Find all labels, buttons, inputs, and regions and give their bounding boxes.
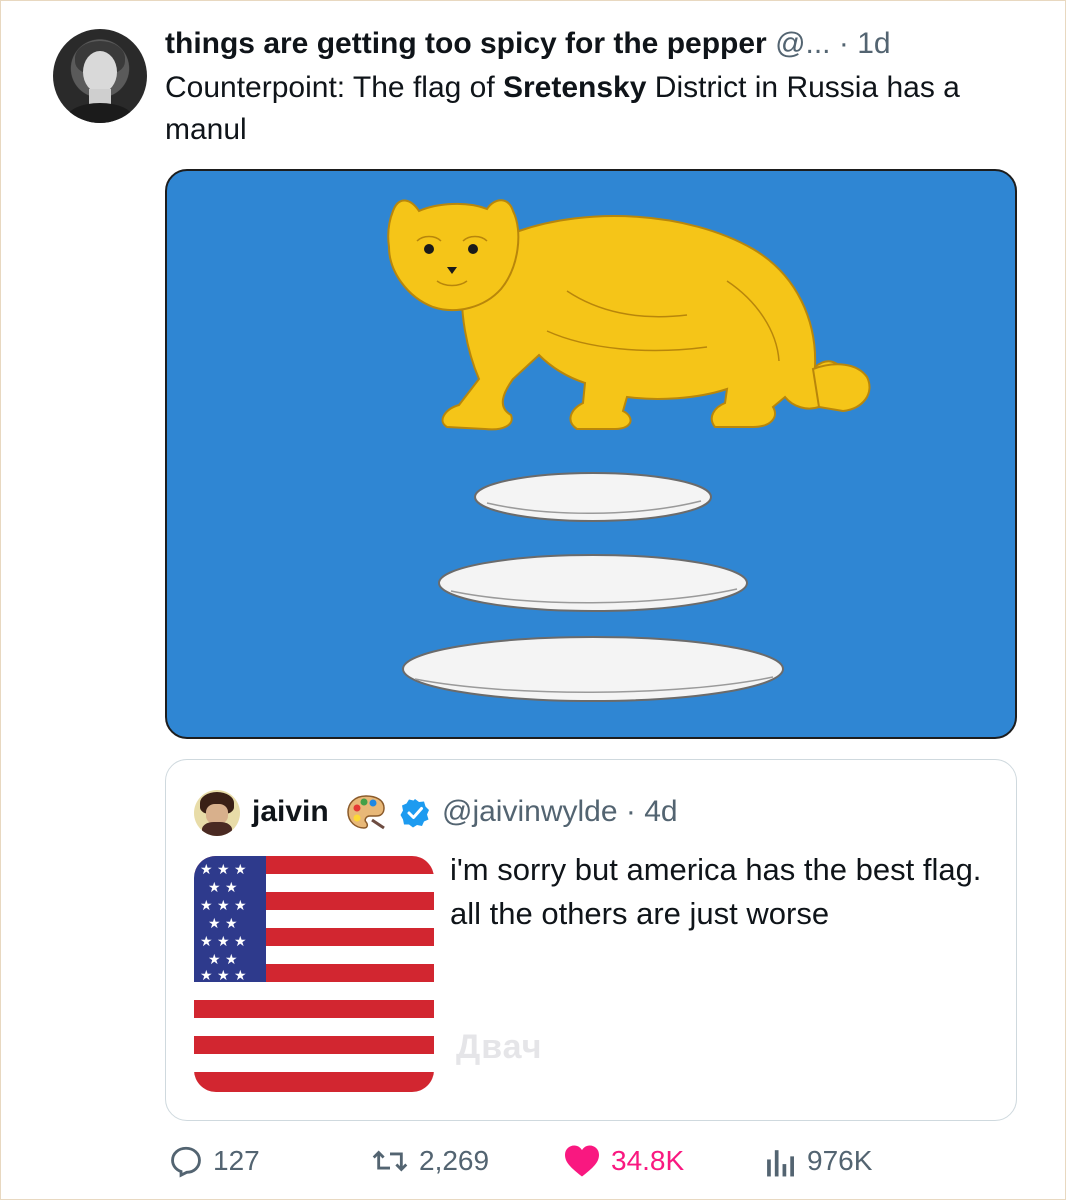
us-flag-icon: ★ ★ ★ ★ ★ ★ ★ ★ ★ ★ ★ ★ ★ ★ ★ ★ ★ ★	[194, 856, 434, 1092]
like-count: 34.8K	[611, 1145, 685, 1176]
quoted-post-text: i'm sorry but america has the best flag.…	[450, 852, 982, 931]
flag-image[interactable]	[165, 169, 1017, 739]
quoted-author-name[interactable]: jaivin	[252, 792, 329, 832]
quoted-author-avatar[interactable]	[194, 790, 240, 836]
heart-icon	[565, 1145, 599, 1177]
post-text: Counterpoint: The flag of Sretensky Dist…	[165, 71, 960, 146]
quoted-post[interactable]: jaivin @jaivinwylde · 4d ★ ★ ★ ★ ★ ★ ★ ★…	[165, 759, 1017, 1121]
svg-text:★ ★: ★ ★	[208, 880, 238, 896]
post-timestamp[interactable]: 1d	[857, 27, 890, 60]
svg-text:★ ★ ★: ★ ★ ★	[200, 968, 247, 984]
svg-text:★ ★: ★ ★	[208, 952, 238, 968]
author-handle[interactable]: @...	[775, 27, 830, 60]
reply-count: 127	[213, 1145, 260, 1176]
tweet-card: things are getting too spicy for the pep…	[0, 0, 1066, 1200]
artist-palette-icon	[347, 795, 385, 830]
post-text-bold: Sretensky	[503, 71, 647, 104]
author-display-name[interactable]: things are getting too spicy for the pep…	[165, 27, 767, 60]
repost-button[interactable]: 2,269	[371, 1137, 489, 1185]
quoted-separator: ·	[625, 795, 636, 828]
manul-flag-icon	[387, 199, 871, 702]
post-header: things are getting too spicy for the pep…	[165, 23, 891, 65]
verified-badge-icon	[400, 799, 429, 828]
view-count: 976K	[807, 1145, 873, 1176]
reply-icon	[171, 1146, 201, 1178]
header-separator: ·	[838, 27, 849, 60]
quoted-author-handle[interactable]: @jaivinwylde	[442, 795, 618, 828]
views-button[interactable]: 976K	[765, 1137, 872, 1185]
repost-count: 2,269	[419, 1145, 490, 1176]
views-chart-icon	[767, 1150, 794, 1177]
quoted-timestamp[interactable]: 4d	[644, 795, 677, 828]
svg-text:★ ★ ★: ★ ★ ★	[200, 934, 247, 950]
repost-icon	[372, 1150, 408, 1172]
svg-text:★ ★ ★: ★ ★ ★	[200, 898, 247, 914]
svg-text:★ ★ ★: ★ ★ ★	[200, 862, 247, 878]
watermark: Двач	[456, 1028, 543, 1066]
like-button[interactable]: 34.8K	[563, 1137, 684, 1185]
action-bar: 127 2,269 34.8K 976K	[165, 1137, 1017, 1185]
reply-button[interactable]: 127	[169, 1137, 260, 1185]
svg-text:★ ★: ★ ★	[208, 916, 238, 932]
author-avatar[interactable]	[53, 29, 147, 123]
quoted-author-meta: @jaivinwylde · 4d	[442, 792, 678, 832]
us-flag-image[interactable]: ★ ★ ★ ★ ★ ★ ★ ★ ★ ★ ★ ★ ★ ★ ★ ★ ★ ★	[194, 856, 434, 1092]
